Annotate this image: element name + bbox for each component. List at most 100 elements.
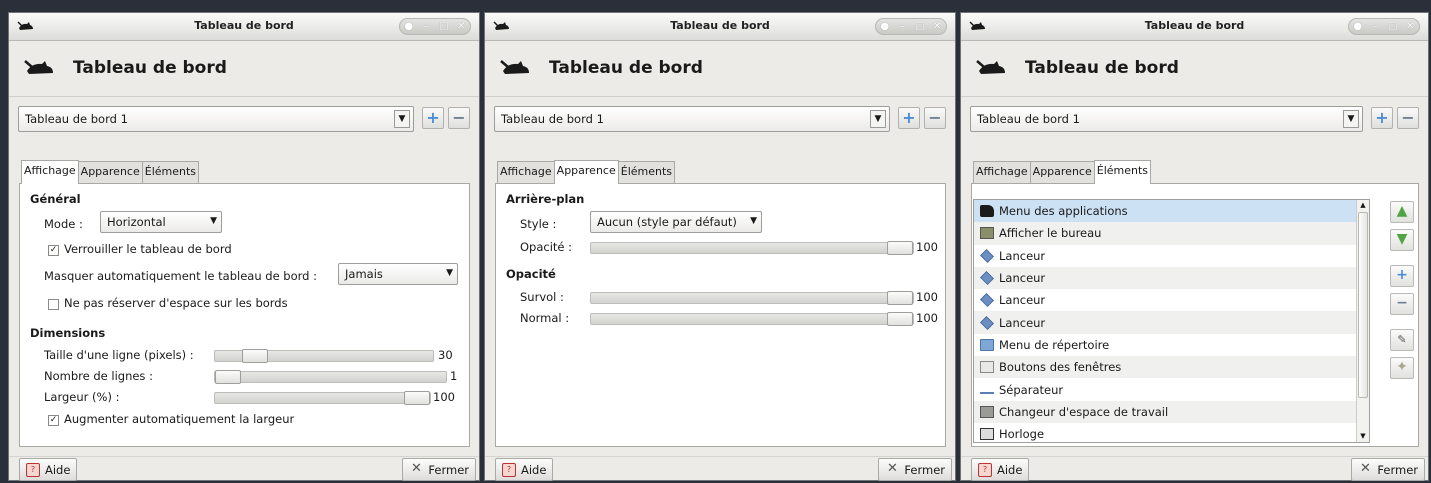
- list-item[interactable]: Lanceur: [974, 311, 1369, 334]
- maximize-button[interactable]: □: [1386, 21, 1400, 32]
- panel-select-value: Tableau de bord 1: [977, 112, 1080, 126]
- remove-item-button[interactable]: −: [1390, 293, 1414, 315]
- panel-select[interactable]: Tableau de bord 1 ▼: [18, 106, 414, 132]
- maximize-button[interactable]: □: [913, 21, 927, 32]
- background-opacity-slider[interactable]: [590, 241, 914, 255]
- slider-handle[interactable]: [887, 291, 913, 305]
- autohide-select-value: Jamais: [345, 267, 383, 281]
- divider: [961, 96, 1428, 97]
- row-size-slider[interactable]: [214, 349, 434, 363]
- tab-apparence[interactable]: Apparence: [1029, 161, 1095, 184]
- style-select[interactable]: Aucun (style par défaut) ▼: [590, 211, 762, 233]
- panel-selector-row: Tableau de bord 1 ▼ + −: [494, 106, 946, 132]
- dialog-title: Tableau de bord: [549, 58, 703, 78]
- list-item-label: Horloge: [999, 427, 1045, 442]
- dropdown-arrow-icon[interactable]: ▼: [870, 110, 886, 128]
- close-button[interactable]: ✕ Fermer: [402, 458, 476, 481]
- tab-affichage[interactable]: Affichage: [973, 161, 1031, 184]
- tab-apparence[interactable]: Apparence: [77, 161, 143, 184]
- slider-handle[interactable]: [887, 312, 913, 326]
- list-scrollbar[interactable]: ▲ ▼: [1356, 200, 1369, 442]
- add-panel-button[interactable]: +: [422, 107, 444, 129]
- scroll-up-icon[interactable]: ▲: [1357, 200, 1369, 211]
- remove-panel-button[interactable]: −: [1397, 107, 1419, 129]
- panel-selector-row: Tableau de bord 1 ▼ + −: [970, 106, 1419, 132]
- add-panel-button[interactable]: +: [898, 107, 920, 129]
- list-item[interactable]: Séparateur: [974, 378, 1369, 400]
- about-item-button[interactable]: ✦: [1390, 357, 1414, 379]
- slider-handle[interactable]: [242, 349, 268, 363]
- shade-button[interactable]: ●: [402, 21, 416, 32]
- panel-select[interactable]: Tableau de bord 1 ▼: [494, 106, 890, 132]
- list-item[interactable]: Lanceur: [974, 289, 1369, 311]
- autogrow-checkbox[interactable]: ✓: [48, 415, 59, 426]
- tab-elements[interactable]: Éléments: [617, 161, 676, 184]
- close-button[interactable]: ✕ Fermer: [878, 458, 952, 481]
- list-item-label: Lanceur: [999, 248, 1046, 263]
- maximize-button[interactable]: □: [437, 21, 451, 32]
- help-button[interactable]: ? Aide: [495, 458, 554, 481]
- close-window-button[interactable]: ✕: [454, 21, 468, 32]
- hover-opacity-slider[interactable]: [590, 291, 914, 305]
- width-slider[interactable]: [214, 391, 431, 405]
- tab-elements[interactable]: Éléments: [1093, 160, 1152, 184]
- launcher-icon: [980, 293, 994, 308]
- tab-affichage[interactable]: Affichage: [21, 160, 79, 184]
- chevron-down-icon: ▼: [446, 268, 453, 278]
- dialog-header: Tableau de bord: [23, 53, 227, 83]
- list-item[interactable]: Afficher le bureau: [974, 222, 1369, 245]
- add-item-button[interactable]: +: [1390, 265, 1414, 287]
- titlebar[interactable]: Tableau de bord ● – □ ✕: [961, 13, 1428, 41]
- close-window-button[interactable]: ✕: [1403, 21, 1417, 32]
- scroll-down-icon[interactable]: ▼: [1357, 431, 1369, 442]
- move-down-button[interactable]: ▼: [1390, 229, 1414, 251]
- close-window-button[interactable]: ✕: [930, 21, 944, 32]
- tab-elements[interactable]: Éléments: [141, 161, 200, 184]
- tab-panel-apparence: Arrière-plan Style : Aucun (style par dé…: [495, 183, 946, 447]
- edit-item-button[interactable]: ✎: [1390, 329, 1414, 351]
- titlebar[interactable]: Tableau de bord ● – □ ✕: [9, 13, 479, 41]
- list-item[interactable]: Horloge: [974, 423, 1369, 442]
- close-button[interactable]: ✕ Fermer: [1351, 458, 1425, 481]
- normal-opacity-slider[interactable]: [590, 312, 914, 326]
- titlebar[interactable]: Tableau de bord ● – □ ✕: [485, 13, 955, 41]
- items-list[interactable]: Menu des applications Afficher le bureau L…: [973, 199, 1370, 443]
- remove-panel-button[interactable]: −: [448, 107, 470, 129]
- tab-apparence[interactable]: Apparence: [553, 160, 619, 184]
- help-button[interactable]: ? Aide: [19, 458, 78, 481]
- autohide-select[interactable]: Jamais ▼: [338, 263, 458, 285]
- slider-handle[interactable]: [215, 370, 241, 384]
- mode-select[interactable]: Horizontal ▼: [100, 211, 222, 233]
- rows-slider[interactable]: [214, 370, 447, 384]
- minimize-button[interactable]: –: [895, 21, 909, 32]
- panel-select[interactable]: Tableau de bord 1 ▼: [970, 106, 1363, 132]
- opacity-label: Opacité :: [520, 240, 573, 254]
- add-panel-button[interactable]: +: [1371, 107, 1393, 129]
- list-item-label: Séparateur: [999, 382, 1064, 397]
- remove-panel-button[interactable]: −: [924, 107, 946, 129]
- shade-button[interactable]: ●: [1351, 21, 1365, 32]
- scrollbar-thumb[interactable]: [1358, 212, 1368, 398]
- noreserve-checkbox[interactable]: [48, 299, 59, 310]
- list-item[interactable]: Menu de répertoire: [974, 334, 1369, 356]
- help-button[interactable]: ? Aide: [971, 458, 1030, 481]
- normal-opacity-value: 100: [916, 311, 938, 325]
- dropdown-arrow-icon[interactable]: ▼: [1343, 110, 1359, 128]
- slider-handle[interactable]: [887, 241, 913, 255]
- shade-button[interactable]: ●: [878, 21, 892, 32]
- dropdown-arrow-icon[interactable]: ▼: [394, 110, 410, 128]
- move-up-button[interactable]: ▲: [1390, 201, 1414, 223]
- list-item[interactable]: Changeur d'espace de travail: [974, 400, 1369, 423]
- list-item[interactable]: Lanceur: [974, 266, 1369, 290]
- list-item-label: Changeur d'espace de travail: [999, 404, 1169, 419]
- minimize-button[interactable]: –: [419, 21, 433, 32]
- mouse-icon: [24, 60, 53, 74]
- minimize-button[interactable]: –: [1368, 21, 1382, 32]
- tab-affichage[interactable]: Affichage: [497, 161, 555, 184]
- lock-checkbox[interactable]: ✓: [48, 245, 59, 256]
- list-item[interactable]: Menu des applications: [974, 200, 1369, 223]
- slider-handle[interactable]: [404, 391, 430, 405]
- list-item[interactable]: Boutons des fenêtres: [974, 356, 1369, 379]
- list-item[interactable]: Lanceur: [974, 245, 1369, 267]
- divider: [961, 456, 1428, 457]
